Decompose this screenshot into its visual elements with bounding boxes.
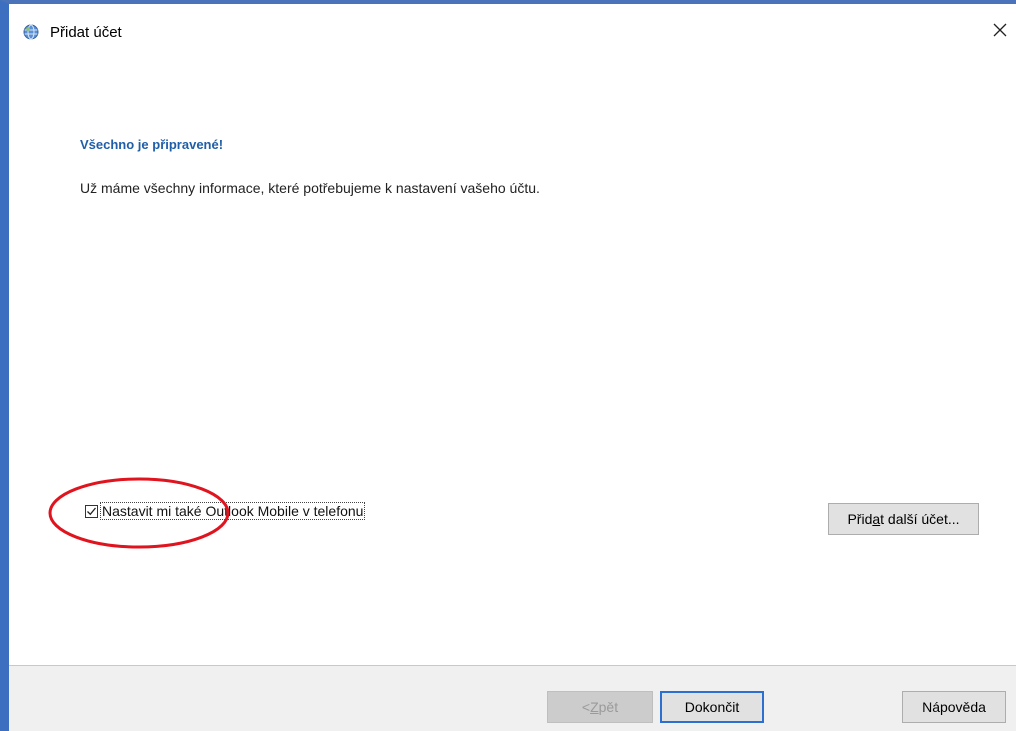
finish-button[interactable]: Dokončit xyxy=(660,691,764,723)
add-account-label-pre: Přid xyxy=(847,511,873,527)
help-button[interactable]: Nápověda xyxy=(902,691,1006,723)
outlook-mobile-label[interactable]: Nastavit mi také Outlook Mobile v telefo… xyxy=(100,502,366,520)
add-account-label-post: t další účet... xyxy=(880,511,960,527)
back-button[interactable]: < Zpět xyxy=(547,691,653,723)
window-title: Přidat účet xyxy=(50,24,122,41)
add-account-dialog: Přidat účet Všechno je připravené! Už má… xyxy=(0,0,1016,731)
add-account-accesskey: a xyxy=(872,511,881,527)
dialog-footer: < Zpět Dokončit Nápověda xyxy=(9,666,1016,731)
outlook-mobile-checkbox[interactable] xyxy=(85,504,98,518)
outlook-mobile-checkbox-row[interactable]: Nastavit mi také Outlook Mobile v telefo… xyxy=(85,502,366,520)
back-label-post: pět xyxy=(598,699,619,715)
checkmark-icon xyxy=(87,507,97,515)
close-icon xyxy=(993,23,1007,42)
title-bar: Přidat účet xyxy=(9,4,1016,50)
info-text: Už máme všechny informace, které potřebu… xyxy=(80,180,540,196)
success-heading: Všechno je připravené! xyxy=(80,137,224,152)
back-label-pre: < xyxy=(581,699,591,715)
close-button[interactable] xyxy=(988,20,1012,44)
back-accesskey: Z xyxy=(590,699,599,715)
outlook-globe-icon xyxy=(23,24,39,40)
add-another-account-button[interactable]: Přid a t další účet... xyxy=(828,503,979,535)
